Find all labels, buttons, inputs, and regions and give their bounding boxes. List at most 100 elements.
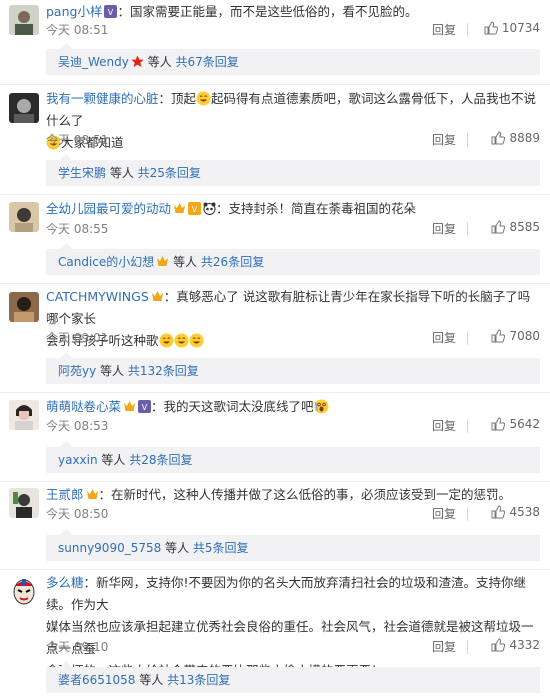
svg-text:V: V xyxy=(108,8,114,17)
shocked-face-icon xyxy=(314,399,329,414)
reply-summary[interactable]: 婆者6651058 等人 共13条回复 xyxy=(46,661,540,693)
comment-username[interactable]: 萌萌哒卷心菜 xyxy=(46,399,121,414)
divider xyxy=(0,84,550,85)
thumbs-up-icon xyxy=(484,21,498,35)
reply-pointer xyxy=(60,661,72,667)
vip-badge-icon: V xyxy=(104,5,118,18)
more-replies-link[interactable]: 共28条回复 xyxy=(129,453,192,467)
reply-pointer xyxy=(60,243,72,249)
vip-badge-icon xyxy=(151,291,163,301)
vip-badge-icon xyxy=(157,256,169,266)
more-replies-link[interactable]: 共132条回复 xyxy=(128,364,199,378)
vip-badge-icon: V xyxy=(188,202,202,215)
like-count: 5642 xyxy=(509,417,540,431)
reply-user[interactable]: 婆者6651058 xyxy=(58,673,135,687)
reply-pointer xyxy=(60,43,72,49)
reply-pointer xyxy=(60,441,72,447)
reply-button[interactable]: 回复 xyxy=(432,329,456,346)
avatar[interactable] xyxy=(9,488,39,518)
avatar[interactable] xyxy=(9,292,39,322)
comment-username[interactable]: CATCHMYWINGS xyxy=(46,289,149,304)
separator xyxy=(467,331,468,345)
avatar[interactable] xyxy=(9,202,39,232)
reply-summary[interactable]: yaxxin 等人 共28条回复 xyxy=(46,441,540,473)
comment-text: ：新华网，支持你!不要因为你的名头大而放弃清扫社会的垃圾和渣渣。支持你继续。作为… xyxy=(46,575,527,612)
comment-username[interactable]: 全幼儿园最可爱的动动 xyxy=(46,201,171,216)
avatar[interactable] xyxy=(9,93,39,123)
avatar[interactable] xyxy=(9,400,39,430)
reply-summary[interactable]: 阿苑yy 等人 共132条回复 xyxy=(46,352,540,384)
reply-user[interactable]: yaxxin xyxy=(58,453,98,467)
reply-user[interactable]: sunny9090_5758 xyxy=(58,541,161,555)
svg-text:V: V xyxy=(142,403,148,412)
comment-time: 今天 08:50 xyxy=(46,507,109,521)
divider xyxy=(0,392,550,393)
comment-text: ：顶起 xyxy=(158,91,197,106)
comment-time: 今天 08:51 xyxy=(46,133,109,147)
separator xyxy=(467,23,468,37)
thumbs-up-icon xyxy=(491,220,506,234)
comment-username[interactable]: 王贰郎 xyxy=(46,487,84,502)
reply-user[interactable]: 吴迪_Wendy xyxy=(58,55,129,69)
reply-user[interactable]: 学生宋鹏 xyxy=(58,166,106,180)
thumbs-up-icon xyxy=(491,417,506,431)
vip-badge-icon xyxy=(174,203,186,213)
reply-pointer xyxy=(60,154,72,160)
reply-button[interactable]: 回复 xyxy=(432,505,456,522)
more-replies-link[interactable]: 共26条回复 xyxy=(201,255,264,269)
svg-text:V: V xyxy=(192,205,198,214)
divider xyxy=(0,194,550,195)
comment-username[interactable]: 多么糖 xyxy=(46,575,84,590)
more-replies-link[interactable]: 共5条回复 xyxy=(193,541,249,555)
comment-text: ：在新时代，这种人传播并做了这么低俗的事，必须应该受到一定的惩罚。 xyxy=(98,487,512,502)
reply-button[interactable]: 回复 xyxy=(432,638,456,655)
separator xyxy=(467,640,468,654)
like-button[interactable]: 4538 xyxy=(491,505,540,519)
reply-button[interactable]: 回复 xyxy=(432,21,456,38)
reply-text: 等人 xyxy=(106,166,138,180)
comment-username[interactable]: 我有一颗健康的心脏 xyxy=(46,91,159,106)
comment-time: 今天 09:10 xyxy=(46,640,109,654)
thumbs-up-icon xyxy=(491,638,506,652)
reply-button[interactable]: 回复 xyxy=(432,220,456,237)
panda-icon xyxy=(203,202,216,215)
thumbs-up-icon xyxy=(491,505,506,519)
comment-text: ：支持封杀！简直在荼毒祖国的花朵 xyxy=(216,201,417,216)
separator xyxy=(467,507,468,521)
avatar[interactable] xyxy=(9,5,39,35)
reply-text: 等人 xyxy=(169,255,201,269)
separator xyxy=(467,222,468,236)
thumbs-up-icon xyxy=(491,131,506,145)
more-replies-link[interactable]: 共13条回复 xyxy=(167,673,230,687)
like-count: 10734 xyxy=(501,21,540,35)
reply-user[interactable]: Candice的小幻想 xyxy=(58,255,154,269)
reply-pointer xyxy=(60,352,72,358)
reply-summary[interactable]: sunny9090_5758 等人 共5条回复 xyxy=(46,529,540,561)
laughing-face-icon xyxy=(196,91,211,106)
vip-badge-icon: V xyxy=(138,400,152,413)
comment-time: 今天 08:55 xyxy=(46,222,109,236)
reply-summary[interactable]: Candice的小幻想 等人 共26条回复 xyxy=(46,243,540,275)
vip-badge-icon xyxy=(86,489,98,499)
reply-pointer xyxy=(60,529,72,535)
like-button[interactable]: 8889 xyxy=(491,131,540,145)
like-button[interactable]: 10734 xyxy=(484,21,540,35)
reply-text: 等人 xyxy=(135,673,168,687)
more-replies-link[interactable]: 共25条回复 xyxy=(138,166,201,180)
more-replies-link[interactable]: 共67条回复 xyxy=(176,55,239,69)
reply-text: 等人 xyxy=(96,364,128,378)
comment-username[interactable]: pang小样 xyxy=(46,4,102,19)
avatar[interactable] xyxy=(9,576,39,606)
like-button[interactable]: 7080 xyxy=(491,329,540,343)
reply-user[interactable]: 阿苑yy xyxy=(58,364,96,378)
reply-button[interactable]: 回复 xyxy=(432,131,456,148)
reply-text: 等人 xyxy=(143,55,176,69)
like-button[interactable]: 4332 xyxy=(491,638,540,652)
separator xyxy=(467,419,468,433)
reply-button[interactable]: 回复 xyxy=(432,417,456,434)
like-button[interactable]: 8585 xyxy=(491,220,540,234)
reply-summary[interactable]: 学生宋鹏 等人 共25条回复 xyxy=(46,154,540,186)
like-button[interactable]: 5642 xyxy=(491,417,540,431)
reply-summary[interactable]: 吴迪_Wendy 等人 共67条回复 xyxy=(46,43,540,75)
comment-time: 今天 08:51 xyxy=(46,23,109,37)
